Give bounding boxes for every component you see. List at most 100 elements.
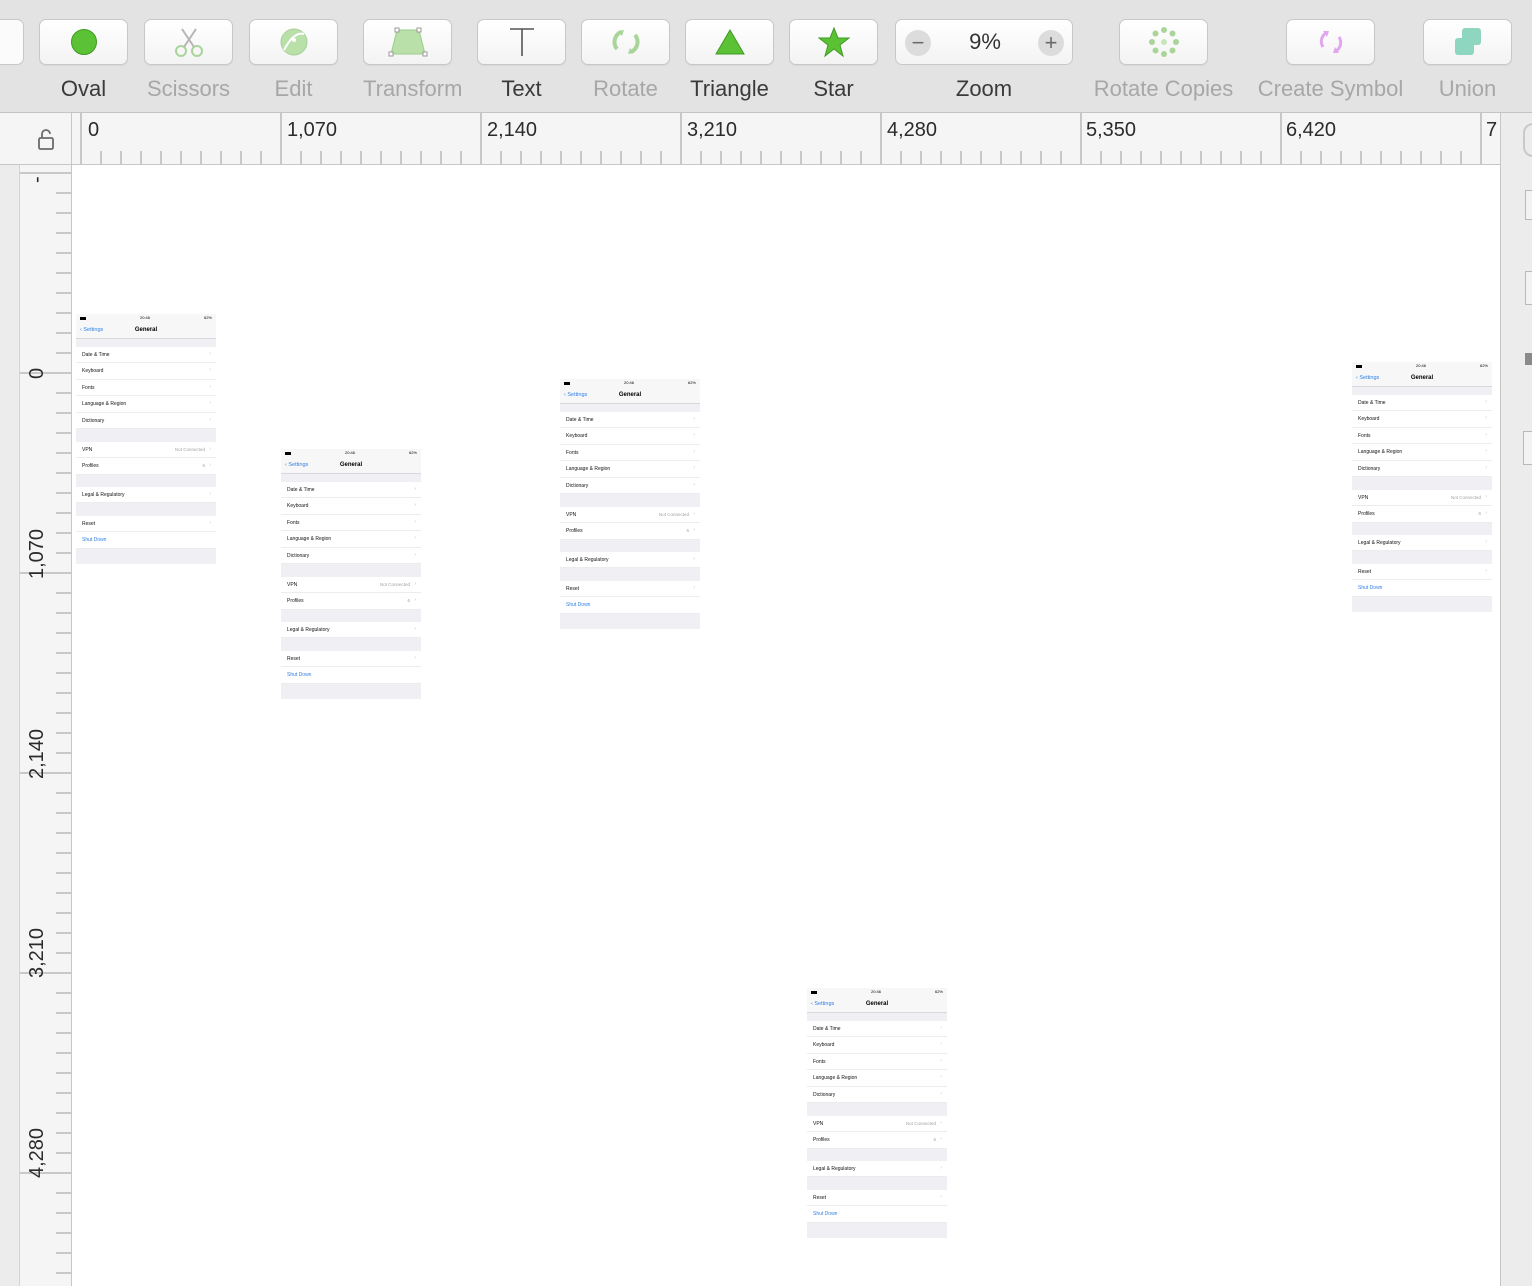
list-item[interactable]: Language & Region › <box>1352 444 1492 461</box>
battery-icon: 62% <box>687 380 696 385</box>
list-item[interactable]: Date & Time › <box>76 347 216 364</box>
hruler-label: 4,280 <box>887 119 938 141</box>
list-item[interactable]: Profiles 6 › <box>560 523 700 540</box>
list-item[interactable]: Legal & Regulatory › <box>807 1161 947 1178</box>
list-item[interactable]: Date & Time › <box>560 412 700 429</box>
chevron-right-icon: › <box>1485 510 1487 517</box>
list-item[interactable]: VPN Not Connected › <box>76 442 216 459</box>
list-item[interactable]: Keyboard › <box>281 498 421 515</box>
panel-swatch[interactable] <box>1525 353 1532 365</box>
battery-icon: 62% <box>408 450 417 455</box>
zoom-value[interactable]: 9% <box>946 29 1024 55</box>
chevron-right-icon: › <box>940 1165 942 1171</box>
list-item[interactable]: Dictionary › <box>76 413 216 429</box>
horizontal-ruler[interactable]: 0 1,070 2,140 3,210 4,280 5,350 6,420 7 <box>72 113 1500 165</box>
list-item[interactable]: Dictionary › <box>281 548 421 564</box>
tool-label-zoom: Zoom <box>955 76 1013 101</box>
canvas[interactable]: 20:46 62% ‹ Settings General Date & Time… <box>73 166 1500 1286</box>
edit-button[interactable] <box>249 19 338 65</box>
artboard[interactable]: 20:46 62% ‹ Settings General Date & Time… <box>76 314 216 564</box>
union-button[interactable] <box>1423 19 1512 65</box>
list-item[interactable]: Shut Down <box>76 532 216 549</box>
transform-button[interactable] <box>363 19 452 65</box>
list-item[interactable]: Keyboard › <box>1352 411 1492 428</box>
list-item[interactable]: Keyboard › <box>76 363 216 380</box>
list-item[interactable]: VPN Not Connected › <box>1352 490 1492 507</box>
row-label: Fonts <box>82 384 95 391</box>
artboard[interactable]: 20:46 62% ‹ Settings General Date & Time… <box>1352 362 1492 612</box>
list-item[interactable]: Keyboard › <box>807 1037 947 1054</box>
panel-tab[interactable] <box>1525 271 1532 305</box>
text-button[interactable] <box>477 19 566 65</box>
triangle-button[interactable] <box>685 19 774 65</box>
list-item[interactable]: Profiles 6 › <box>281 593 421 610</box>
status-time: 20:46 <box>1416 363 1427 368</box>
row-label: Legal & Regulatory <box>287 627 330 633</box>
list-item[interactable]: Fonts › <box>76 380 216 397</box>
panel-tab[interactable] <box>1525 190 1532 220</box>
tool-label-scissors: Scissors <box>146 76 231 101</box>
vruler-label: 1,070 <box>26 528 48 579</box>
toolbar-left-stub-button[interactable] <box>0 19 24 65</box>
artboard[interactable]: 20:46 62% ‹ Settings General Date & Time… <box>281 449 421 699</box>
list-item[interactable]: Fonts › <box>1352 428 1492 445</box>
list-item[interactable]: Language & Region › <box>807 1070 947 1087</box>
row-label: Legal & Regulatory <box>82 492 125 498</box>
list-item[interactable]: Shut Down <box>807 1206 947 1223</box>
artboard[interactable]: 20:46 62% ‹ Settings General Date & Time… <box>807 988 947 1238</box>
create-symbol-button[interactable] <box>1286 19 1375 65</box>
list-item[interactable]: Legal & Regulatory › <box>560 552 700 569</box>
list-item[interactable]: Reset › <box>281 651 421 668</box>
chevron-right-icon: › <box>693 432 695 439</box>
status-time: 20:46 <box>871 989 882 994</box>
list-item[interactable]: Reset › <box>560 581 700 598</box>
list-item[interactable]: Profiles 6 › <box>1352 506 1492 523</box>
star-button[interactable] <box>789 19 878 65</box>
list-item[interactable]: Dictionary › <box>807 1087 947 1103</box>
zoom-in-button[interactable]: + <box>1038 30 1064 56</box>
artboard[interactable]: 20:46 62% ‹ Settings General Date & Time… <box>560 379 700 629</box>
list-item[interactable]: Date & Time › <box>807 1021 947 1038</box>
list-item[interactable]: Fonts › <box>281 515 421 532</box>
list-item[interactable]: Legal & Regulatory › <box>281 622 421 639</box>
list-item[interactable]: Fonts › <box>560 445 700 462</box>
inspector-panel-edge[interactable] <box>1500 113 1532 1286</box>
list-item[interactable]: Profiles 6 › <box>807 1132 947 1149</box>
inspector-toggle-button[interactable] <box>1523 123 1532 157</box>
list-item[interactable]: Keyboard › <box>560 428 700 445</box>
rotate-button[interactable] <box>581 19 670 65</box>
list-item[interactable]: Reset › <box>807 1190 947 1207</box>
list-item[interactable]: Legal & Regulatory › <box>76 487 216 504</box>
list-item[interactable]: Reset › <box>76 516 216 533</box>
list-item[interactable]: Shut Down <box>281 667 421 684</box>
list-item[interactable]: Language & Region › <box>560 461 700 478</box>
list-item[interactable]: Date & Time › <box>281 482 421 499</box>
list-item[interactable]: Fonts › <box>807 1054 947 1071</box>
oval-button[interactable] <box>39 19 128 65</box>
list-item[interactable]: Language & Region › <box>76 396 216 413</box>
chevron-right-icon: › <box>1485 494 1487 500</box>
list-item[interactable]: VPN Not Connected › <box>560 507 700 524</box>
zoom-out-button[interactable]: − <box>905 30 931 56</box>
hruler-label: 6,420 <box>1286 119 1337 141</box>
chevron-right-icon: › <box>414 551 416 558</box>
list-item[interactable]: Reset › <box>1352 564 1492 581</box>
list-item[interactable]: VPN Not Connected › <box>807 1116 947 1133</box>
chevron-right-icon: › <box>940 1120 942 1126</box>
list-item[interactable]: Dictionary › <box>1352 461 1492 477</box>
panel-tab[interactable] <box>1523 431 1532 465</box>
list-item[interactable]: Shut Down <box>1352 580 1492 597</box>
chevron-right-icon: › <box>1485 464 1487 471</box>
list-item[interactable]: Dictionary › <box>560 478 700 494</box>
scissors-button[interactable] <box>144 19 233 65</box>
chevron-right-icon: › <box>209 520 211 526</box>
rotate-copies-button[interactable] <box>1119 19 1208 65</box>
list-item[interactable]: Date & Time › <box>1352 395 1492 412</box>
list-item[interactable]: VPN Not Connected › <box>281 577 421 594</box>
status-time: 20:46 <box>624 380 635 385</box>
list-item[interactable]: Legal & Regulatory › <box>1352 535 1492 552</box>
list-item[interactable]: Shut Down <box>560 597 700 614</box>
list-item[interactable]: Profiles 6 › <box>76 458 216 475</box>
lock-icon[interactable] <box>37 128 57 152</box>
list-item[interactable]: Language & Region › <box>281 531 421 548</box>
